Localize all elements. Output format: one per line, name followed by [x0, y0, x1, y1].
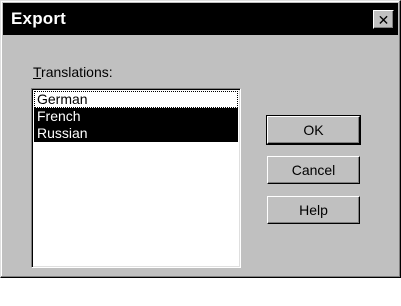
translations-label: Translations: [33, 64, 113, 80]
close-icon: ✕ [377, 11, 390, 28]
close-button[interactable]: ✕ [373, 10, 394, 29]
ok-button[interactable]: OK [266, 115, 361, 145]
cancel-button[interactable]: Cancel [267, 156, 360, 184]
title-bar[interactable]: Export ✕ [3, 3, 398, 35]
list-item-german[interactable]: German [34, 91, 238, 108]
list-item-french[interactable]: French [34, 108, 238, 125]
export-dialog: Export ✕ Translations: German French Rus… [0, 0, 401, 278]
dialog-title: Export [11, 9, 67, 28]
list-item-russian[interactable]: Russian [34, 125, 238, 142]
translations-listbox[interactable]: German French Russian [31, 88, 241, 268]
help-button[interactable]: Help [267, 196, 360, 224]
